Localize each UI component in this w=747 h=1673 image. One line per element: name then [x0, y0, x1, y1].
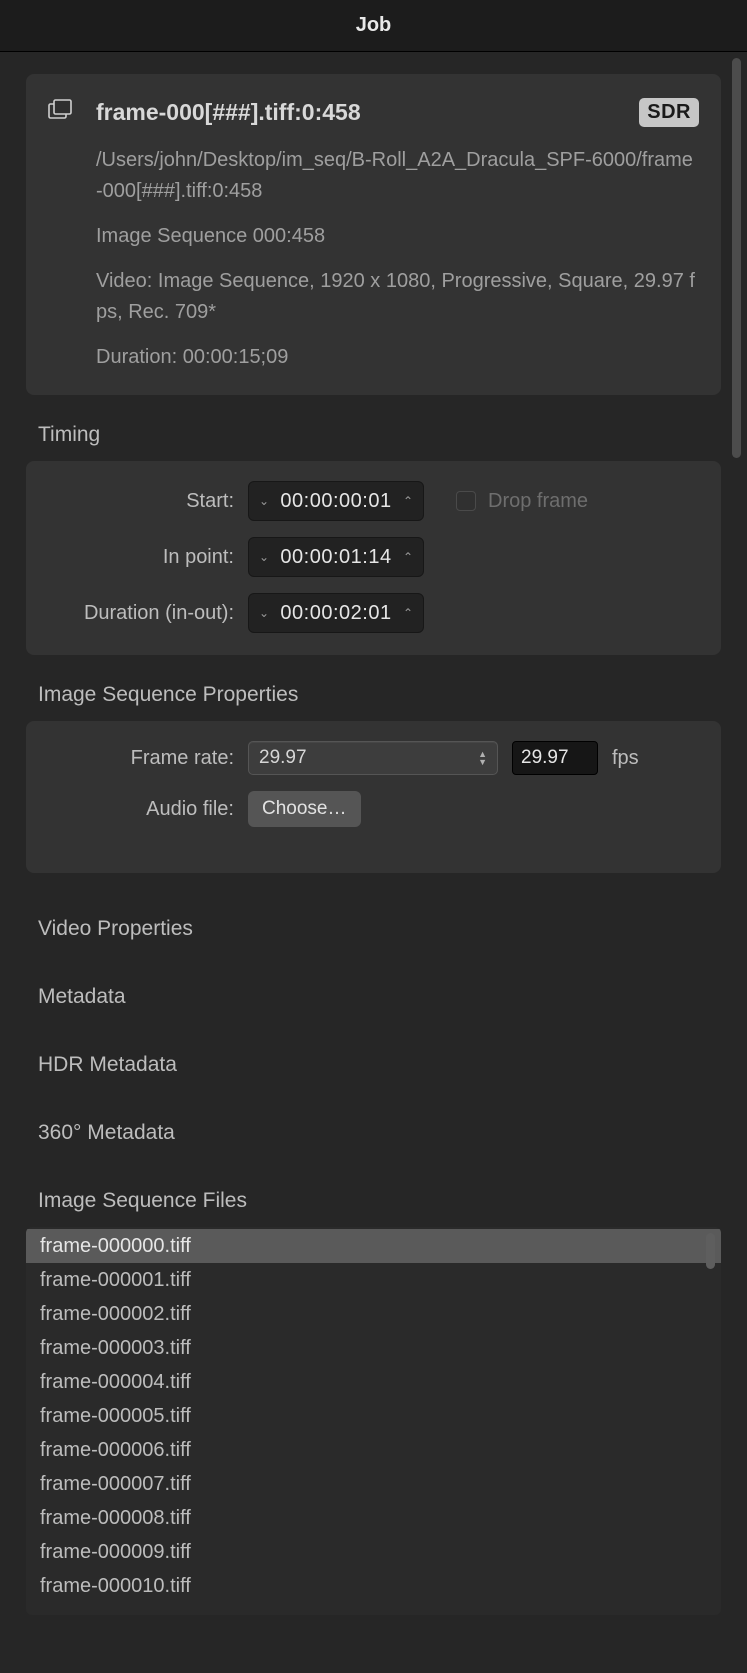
chevron-up-icon[interactable]: ⌃ — [399, 494, 417, 508]
chevron-down-icon[interactable]: ⌄ — [255, 550, 273, 564]
meta360-heading[interactable]: 360° Metadata — [38, 1121, 721, 1145]
chevron-down-icon[interactable]: ⌄ — [255, 494, 273, 508]
list-item[interactable]: frame-000008.tiff — [26, 1501, 721, 1535]
file-listbox[interactable]: frame-000000.tiff frame-000001.tiff fram… — [26, 1227, 721, 1615]
scrollbar-thumb[interactable] — [732, 58, 741, 458]
drop-frame-control: Drop frame — [456, 490, 588, 513]
window-titlebar: Job — [0, 0, 747, 52]
metadata-heading[interactable]: Metadata — [38, 985, 721, 1009]
select-arrows-icon: ▲▼ — [478, 750, 487, 766]
duration-label: Duration (in-out): — [44, 602, 234, 625]
duration-stepper[interactable]: ⌄ 00:00:02:01 ⌃ — [248, 593, 424, 633]
fps-unit-label: fps — [612, 747, 639, 770]
frame-rate-select[interactable]: 29.97 ▲▼ — [248, 741, 498, 775]
duration-text: Duration: 00:00:15;09 — [96, 342, 699, 373]
image-sequence-icon — [48, 98, 74, 373]
listbox-scrollbar-thumb[interactable] — [706, 1233, 715, 1269]
inspector-body: frame-000[###].tiff:0:458 SDR /Users/joh… — [0, 52, 747, 1673]
in-point-stepper[interactable]: ⌄ 00:00:01:14 ⌃ — [248, 537, 424, 577]
source-info-body: frame-000[###].tiff:0:458 SDR /Users/joh… — [96, 98, 699, 373]
drop-frame-label: Drop frame — [488, 490, 588, 513]
sequence-range-text: Image Sequence 000:458 — [96, 221, 699, 252]
list-item[interactable]: frame-000005.tiff — [26, 1399, 721, 1433]
chevron-up-icon[interactable]: ⌃ — [399, 550, 417, 564]
list-item[interactable]: frame-000007.tiff — [26, 1467, 721, 1501]
img-seq-files-heading: Image Sequence Files — [38, 1189, 721, 1213]
chevron-up-icon[interactable]: ⌃ — [399, 606, 417, 620]
list-item[interactable]: frame-000001.tiff — [26, 1263, 721, 1297]
list-item[interactable]: frame-000000.tiff — [26, 1229, 721, 1263]
scroll-area[interactable]: frame-000[###].tiff:0:458 SDR /Users/joh… — [10, 52, 737, 1673]
frame-rate-label: Frame rate: — [44, 747, 234, 770]
in-point-value[interactable]: 00:00:01:14 — [276, 546, 395, 569]
start-stepper[interactable]: ⌄ 00:00:00:01 ⌃ — [248, 481, 424, 521]
img-seq-props-panel: Frame rate: 29.97 ▲▼ 29.97 fps Audio fil… — [26, 721, 721, 873]
window-title: Job — [356, 14, 392, 37]
hdr-metadata-heading[interactable]: HDR Metadata — [38, 1053, 721, 1077]
timing-heading: Timing — [38, 423, 721, 447]
frame-rate-select-value: 29.97 — [259, 747, 307, 769]
in-point-label: In point: — [44, 546, 234, 569]
choose-audio-button[interactable]: Choose… — [248, 791, 361, 827]
sdr-badge: SDR — [639, 98, 699, 127]
list-item[interactable]: frame-000002.tiff — [26, 1297, 721, 1331]
duration-value[interactable]: 00:00:02:01 — [276, 602, 395, 625]
start-label: Start: — [44, 490, 234, 513]
chevron-down-icon[interactable]: ⌄ — [255, 606, 273, 620]
source-path: /Users/john/Desktop/im_seq/B-Roll_A2A_Dr… — [96, 145, 699, 207]
source-title: frame-000[###].tiff:0:458 — [96, 99, 361, 126]
list-item[interactable]: frame-000003.tiff — [26, 1331, 721, 1365]
choose-button-label: Choose… — [262, 798, 347, 820]
list-item[interactable]: frame-000010.tiff — [26, 1569, 721, 1603]
video-spec-text: Video: Image Sequence, 1920 x 1080, Prog… — [96, 266, 699, 328]
list-item[interactable]: frame-000009.tiff — [26, 1535, 721, 1569]
img-seq-props-heading: Image Sequence Properties — [38, 683, 721, 707]
drop-frame-checkbox[interactable] — [456, 491, 476, 511]
video-props-heading[interactable]: Video Properties — [38, 917, 721, 941]
source-info-card: frame-000[###].tiff:0:458 SDR /Users/joh… — [26, 74, 721, 395]
timing-panel: Start: ⌄ 00:00:00:01 ⌃ Drop frame In poi… — [26, 461, 721, 655]
frame-rate-input[interactable]: 29.97 — [512, 741, 598, 775]
start-value[interactable]: 00:00:00:01 — [276, 490, 395, 513]
frame-rate-input-value: 29.97 — [521, 747, 569, 769]
job-inspector-window: Job frame-000[###].tiff:0:458 SDR /Us — [0, 0, 747, 1673]
list-item[interactable]: frame-000006.tiff — [26, 1433, 721, 1467]
list-item[interactable]: frame-000004.tiff — [26, 1365, 721, 1399]
audio-file-label: Audio file: — [44, 798, 234, 821]
